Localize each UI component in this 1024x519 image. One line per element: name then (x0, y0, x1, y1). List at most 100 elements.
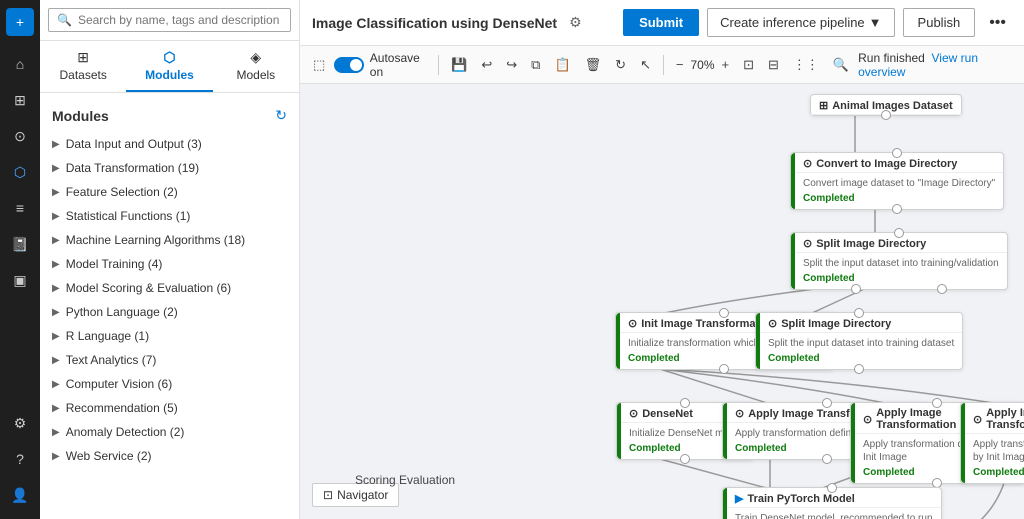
module-group-data-transform[interactable]: ▶ Data Transformation (19) (40, 156, 299, 180)
compute-icon[interactable]: ▣ (4, 264, 36, 296)
node-apply-transform3[interactable]: ⊙ Apply Image Transformation Apply trans… (960, 402, 1024, 484)
module-group-text-analytics[interactable]: ▶ Text Analytics (7) (40, 348, 299, 372)
node-title: DenseNet (642, 408, 693, 420)
zoom-out-button[interactable]: − (671, 54, 689, 75)
top-bar: Image Classification using DenseNet ⚙ Su… (300, 0, 1024, 46)
tab-modules[interactable]: ⬡ Modules (126, 41, 212, 92)
cursor-tool-button[interactable]: ⬚ (308, 54, 330, 76)
zoom-level: 70% (690, 58, 714, 72)
module-group-computer-vision[interactable]: ▶ Computer Vision (6) (40, 372, 299, 396)
create-inference-button[interactable]: Create inference pipeline ▼ (707, 8, 894, 37)
module-group-r-language[interactable]: ▶ R Language (1) (40, 324, 299, 348)
node-title: Apply Image Transformation (986, 407, 1024, 431)
node-title: Split Image Directory (781, 318, 891, 330)
pipeline-icon[interactable]: ⬡ (4, 156, 36, 188)
module-icon: ⊙ (629, 407, 638, 420)
undo-button[interactable]: ↩ (476, 54, 497, 76)
port-bottom (822, 454, 832, 464)
home-icon[interactable]: ⌂ (4, 48, 36, 80)
chevron-icon: ▶ (52, 403, 60, 414)
node-animal-images[interactable]: ⊞ Animal Images Dataset (810, 94, 962, 116)
dropdown-chevron-icon: ▼ (869, 15, 882, 30)
node-convert-image[interactable]: ⊙ Convert to Image Directory Convert ima… (790, 152, 1004, 210)
module-group-scoring[interactable]: ▶ Model Scoring & Evaluation (6) (40, 276, 299, 300)
module-group-feature-selection[interactable]: ▶ Feature Selection (2) (40, 180, 299, 204)
module-group-ml-algorithms[interactable]: ▶ Machine Learning Algorithms (18) (40, 228, 299, 252)
search-box[interactable]: 🔍 (48, 8, 291, 32)
autosave-switch[interactable] (334, 57, 363, 73)
module-icon: ⊙ (735, 407, 744, 420)
pipeline-title: Image Classification using DenseNet (312, 15, 557, 31)
module-group-recommendation[interactable]: ▶ Recommendation (5) (40, 396, 299, 420)
search-input[interactable] (78, 13, 282, 27)
settings-gear-icon[interactable]: ⚙ (569, 14, 582, 31)
status-bar (961, 403, 965, 483)
new-button[interactable]: + (6, 8, 34, 36)
status-bar (791, 153, 795, 209)
module-group-model-training[interactable]: ▶ Model Training (4) (40, 252, 299, 276)
node-train-pytorch[interactable]: ▶ Train PyTorch Model Train DenseNet mod… (722, 487, 942, 519)
copy-button[interactable]: ⧉ (526, 54, 545, 76)
module-icon: ⊙ (973, 413, 982, 426)
chevron-icon: ▶ (52, 355, 60, 366)
paste-button[interactable]: 📋 (549, 54, 575, 76)
notebook-icon[interactable]: 📓 (4, 228, 36, 260)
chevron-icon: ▶ (52, 451, 60, 462)
node-desc: Split the input dataset into training da… (768, 337, 954, 350)
toolbar-divider-1 (438, 55, 439, 75)
autosave-label: Autosave on (370, 51, 431, 79)
find-button[interactable]: 🔍 (828, 54, 854, 76)
toolbar-divider-2 (663, 55, 664, 75)
data-icon[interactable]: ≡ (4, 192, 36, 224)
node-header: ⊙ Apply Image Transformation (961, 403, 1024, 434)
node-split-image-dir[interactable]: ⊙ Split Image Directory Split the input … (790, 232, 1008, 290)
grid-toggle-button[interactable]: ⋮⋮ (788, 54, 824, 76)
chevron-icon: ▶ (52, 139, 60, 150)
status-bar (791, 233, 795, 289)
user-icon[interactable]: 👤 (4, 479, 36, 511)
search-section: 🔍 (40, 0, 299, 41)
publish-button[interactable]: Publish (903, 8, 976, 37)
autosave-toggle[interactable]: Autosave on (334, 51, 431, 79)
save-button[interactable]: 💾 (446, 54, 472, 76)
node-split-image-dir2[interactable]: ⊙ Split Image Directory Split the input … (755, 312, 963, 370)
more-options-button[interactable]: ••• (983, 10, 1012, 36)
zoom-control[interactable]: − 70% + (671, 54, 734, 75)
delete-button[interactable]: 🗑 (580, 54, 607, 76)
port-top (932, 398, 942, 408)
canvas-area[interactable]: ⊞ Animal Images Dataset ⊙ Convert to Ima… (300, 84, 1024, 519)
tab-models[interactable]: ◈ Models (213, 41, 299, 92)
node-status: Completed (768, 352, 954, 365)
chevron-icon: ▶ (52, 331, 60, 342)
module-group-python[interactable]: ▶ Python Language (2) (40, 300, 299, 324)
status-bar (723, 488, 727, 519)
module-groups: ▶ Data Input and Output (3) ▶ Data Trans… (40, 132, 299, 468)
zoom-in-button[interactable]: + (717, 54, 735, 75)
select-button[interactable]: ↖ (635, 54, 656, 76)
recent-icon[interactable]: ⊙ (4, 120, 36, 152)
tab-datasets[interactable]: ⊞ Datasets (40, 41, 126, 92)
module-group-data-input[interactable]: ▶ Data Input and Output (3) (40, 132, 299, 156)
port-bottom (854, 364, 864, 374)
chevron-icon: ▶ (52, 163, 60, 174)
module-icon: ⊙ (803, 157, 812, 170)
module-group-anomaly[interactable]: ▶ Anomaly Detection (2) (40, 420, 299, 444)
dataset-icon: ⊞ (819, 99, 828, 112)
module-icon: ⊙ (863, 413, 872, 426)
layout-button[interactable]: ⊟ (763, 54, 784, 76)
node-status: Completed (973, 466, 1024, 479)
refresh-button[interactable]: ↻ (610, 54, 631, 76)
zoom-fit-button[interactable]: ⊡ (738, 54, 759, 76)
chevron-icon: ▶ (52, 235, 60, 246)
module-group-web-service[interactable]: ▶ Web Service (2) (40, 444, 299, 468)
port-top (892, 148, 902, 158)
submit-button[interactable]: Submit (623, 9, 699, 36)
module-icon: ⊙ (768, 317, 777, 330)
status-bar (756, 313, 760, 369)
redo-button[interactable]: ↪ (501, 54, 522, 76)
refresh-icon[interactable]: ↻ (275, 107, 287, 124)
settings-icon[interactable]: ⚙ (4, 407, 36, 439)
grid-icon[interactable]: ⊞ (4, 84, 36, 116)
module-group-statistical[interactable]: ▶ Statistical Functions (1) (40, 204, 299, 228)
help-icon[interactable]: ? (4, 443, 36, 475)
